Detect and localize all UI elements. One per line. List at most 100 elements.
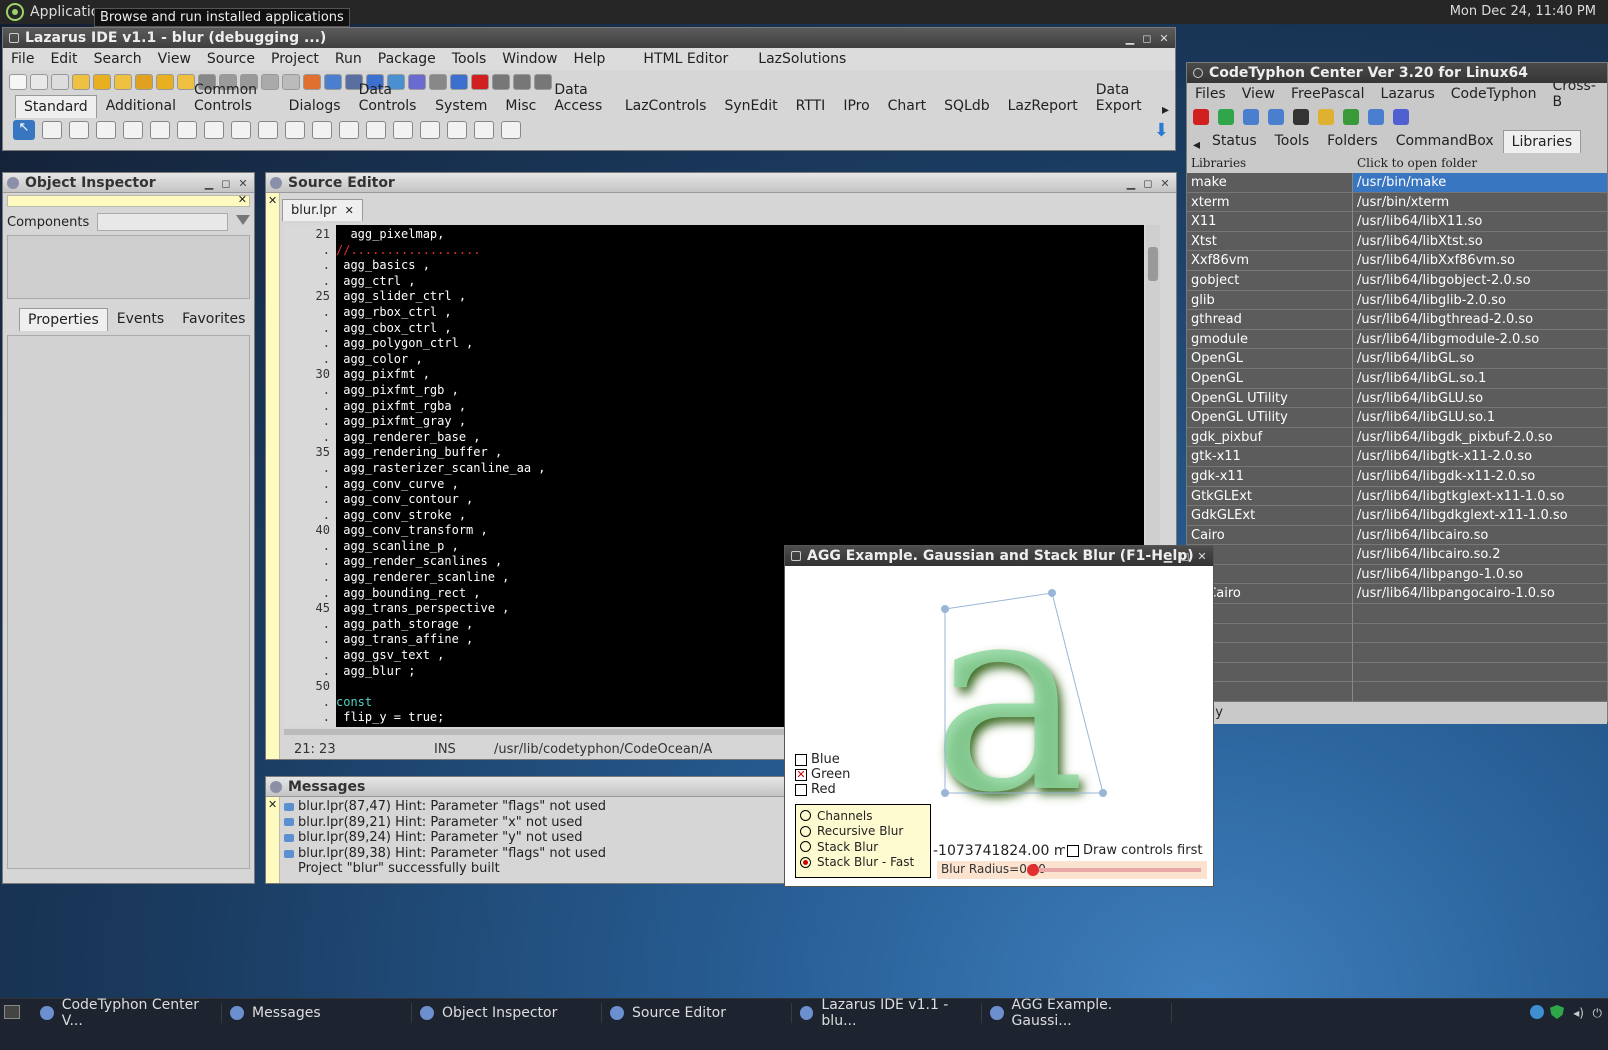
library-row[interactable] [1187, 604, 1607, 624]
maximize-icon[interactable]: ◻ [219, 176, 233, 190]
library-path[interactable] [1352, 662, 1607, 683]
library-path[interactable]: /usr/lib64/libpango-1.0.so [1352, 564, 1607, 585]
code-line[interactable]: agg_conv_contour , [336, 492, 1144, 508]
code-line[interactable]: agg_slider_ctrl , [336, 289, 1144, 305]
checkbox-box[interactable] [795, 783, 807, 796]
library-row[interactable]: Cairo/usr/lib64/libcairo.so [1187, 525, 1607, 546]
lazarus-titlebar[interactable]: Lazarus IDE v1.1 - blur (debugging ...) … [3, 28, 1175, 48]
library-path[interactable]: /usr/lib64/libGLU.so.1 [1352, 408, 1607, 428]
codetyphon-tool-icon[interactable] [1193, 109, 1209, 125]
library-row[interactable]: glib/usr/lib64/libglib-2.0.so [1187, 290, 1607, 311]
library-row[interactable]: OpenGL/usr/lib64/libGL.so.1 [1187, 368, 1607, 389]
tab-data-export[interactable]: Data Export [1087, 78, 1156, 118]
library-path[interactable]: /usr/lib64/libgtkglext-x11-1.0.so [1352, 486, 1607, 507]
component-icon[interactable] [312, 121, 332, 139]
slider-knob[interactable] [1027, 864, 1039, 876]
code-line[interactable]: agg_polygon_ctrl , [336, 336, 1144, 352]
checkbox-box[interactable]: ✕ [795, 768, 807, 781]
codetyphon-tool-icon[interactable] [1218, 109, 1234, 125]
taskbar-item-codetyphon-center-v[interactable]: CodeTyphon Center V... [32, 997, 222, 1029]
download-arrow-icon[interactable]: ⬇ [1154, 120, 1169, 141]
codetyphon-tool-icon[interactable] [1268, 109, 1284, 125]
code-line[interactable]: agg_conv_transform , [336, 523, 1144, 539]
component-icon[interactable] [123, 121, 143, 139]
blur-radius-slider[interactable]: Blur Radius=0.00 [937, 861, 1207, 879]
library-row[interactable]: ro/usr/lib64/libcairo.so.2 [1187, 545, 1607, 565]
code-line[interactable]: agg_pixelmap, [336, 227, 1144, 243]
tab-events[interactable]: Events [108, 307, 173, 331]
inspector-search-strip[interactable]: ✕ [7, 193, 250, 207]
menu-files[interactable]: Files [1187, 86, 1234, 102]
select-pointer-icon[interactable]: ↖ [13, 120, 35, 140]
menu-lazarus[interactable]: Lazarus [1373, 86, 1443, 102]
library-path[interactable] [1352, 643, 1607, 663]
tab-common-controls[interactable]: Common Controls [185, 78, 280, 118]
menu-project[interactable]: Project [263, 51, 327, 67]
library-path[interactable]: /usr/lib64/libGL.so.1 [1352, 368, 1607, 389]
tab-lazreport[interactable]: LazReport [999, 94, 1087, 118]
library-path[interactable]: /usr/lib64/libgdkglext-x11-1.0.so [1352, 506, 1607, 526]
codetyphon-tool-icon[interactable] [1293, 109, 1309, 125]
library-row[interactable]: OpenGL/usr/lib64/libGL.so [1187, 349, 1607, 369]
library-path[interactable]: /usr/lib64/libcairo.so.2 [1352, 545, 1607, 565]
code-line[interactable]: agg_pixfmt , [336, 367, 1144, 383]
checkbox-box[interactable] [1067, 844, 1079, 857]
library-path[interactable]: /usr/lib64/libXxf86vm.so [1352, 251, 1607, 271]
library-path[interactable]: /usr/lib64/libgmodule-2.0.so [1352, 329, 1607, 350]
slider-track[interactable] [1033, 868, 1201, 872]
applications-menu[interactable]: Applicatio [6, 3, 99, 21]
filter-icon[interactable] [236, 215, 250, 229]
tab-data-access[interactable]: Data Access [545, 78, 615, 118]
minimize-icon[interactable]: ▁ [202, 176, 216, 190]
toolbar-button-icon[interactable] [429, 74, 447, 90]
components-tree[interactable] [7, 235, 250, 299]
library-path[interactable] [1352, 623, 1607, 644]
code-line[interactable]: agg_rendering_buffer , [336, 445, 1144, 461]
code-line[interactable]: agg_pixfmt_rgba , [336, 399, 1144, 415]
close-icon[interactable]: ✕ [1157, 31, 1171, 45]
message-item[interactable]: blur.lpr(89,21) Hint: Parameter "x" not … [284, 815, 782, 831]
component-icon[interactable] [420, 121, 440, 139]
tab-blur-lpr[interactable]: blur.lpr ✕ [282, 199, 363, 221]
library-row[interactable]: goCairo/usr/lib64/libpangocairo-1.0.so [1187, 584, 1607, 605]
library-row[interactable]: Xtst/usr/lib64/libXtst.so [1187, 231, 1607, 252]
polygon-handle[interactable] [1099, 789, 1107, 797]
scroll-left-icon[interactable]: ◂ [1193, 137, 1200, 153]
tab-status[interactable]: Status [1203, 129, 1266, 153]
scroll-right-icon[interactable]: ▸ [1156, 102, 1175, 118]
maximize-icon[interactable]: ◻ [1140, 31, 1154, 45]
clock[interactable]: Mon Dec 24, 11:40 PM [1450, 4, 1596, 19]
menu-source[interactable]: Source [199, 51, 263, 67]
maximize-icon[interactable]: ◻ [1141, 176, 1155, 190]
code-line[interactable]: agg_conv_curve , [336, 477, 1144, 493]
channel-checkbox-green[interactable]: ✕ Green [795, 767, 850, 782]
library-path[interactable]: /usr/lib64/libgdk-x11-2.0.so [1352, 466, 1607, 487]
toolbar-button-icon[interactable] [303, 74, 321, 90]
menu-view[interactable]: View [150, 51, 199, 67]
close-icon[interactable]: ✕ [266, 194, 277, 207]
toolbar-button-icon[interactable] [93, 74, 111, 90]
minimize-icon[interactable]: ▁ [1124, 176, 1138, 190]
network-tray-icon[interactable] [1530, 1005, 1544, 1019]
message-item[interactable]: blur.lpr(87,47) Hint: Parameter "flags" … [284, 799, 782, 815]
close-icon[interactable]: ✕ [345, 204, 354, 217]
library-row[interactable]: gdk-x11/usr/lib64/libgdk-x11-2.0.so [1187, 466, 1607, 487]
toolbar-button-icon[interactable] [72, 74, 90, 90]
tab-sqldb[interactable]: SQLdb [935, 94, 998, 118]
tab-standard[interactable]: Standard [15, 95, 97, 118]
library-row[interactable]: gtk-x11/usr/lib64/libgtk-x11-2.0.so [1187, 447, 1607, 467]
library-row[interactable]: GtkGLExt/usr/lib64/libgtkglext-x11-1.0.s… [1187, 486, 1607, 507]
component-icon[interactable] [393, 121, 413, 139]
tab-additional[interactable]: Additional [97, 94, 185, 118]
library-row[interactable]: GdkGLExt/usr/lib64/libgdkglext-x11-1.0.s… [1187, 506, 1607, 526]
checkbox-box[interactable] [795, 753, 807, 766]
menu-package[interactable]: Package [370, 51, 444, 67]
component-icon[interactable] [501, 121, 521, 139]
toolbar-button-icon[interactable] [30, 74, 48, 90]
toolbar-button-icon[interactable] [114, 74, 132, 90]
close-icon[interactable]: ✕ [266, 798, 277, 811]
radio-stack-blur-fast[interactable]: Stack Blur - Fast [800, 855, 926, 871]
library-row[interactable]: OpenGL UTility/usr/lib64/libGLU.so.1 [1187, 408, 1607, 428]
tab-dialogs[interactable]: Dialogs [280, 94, 350, 118]
radio-circle[interactable] [800, 810, 811, 822]
